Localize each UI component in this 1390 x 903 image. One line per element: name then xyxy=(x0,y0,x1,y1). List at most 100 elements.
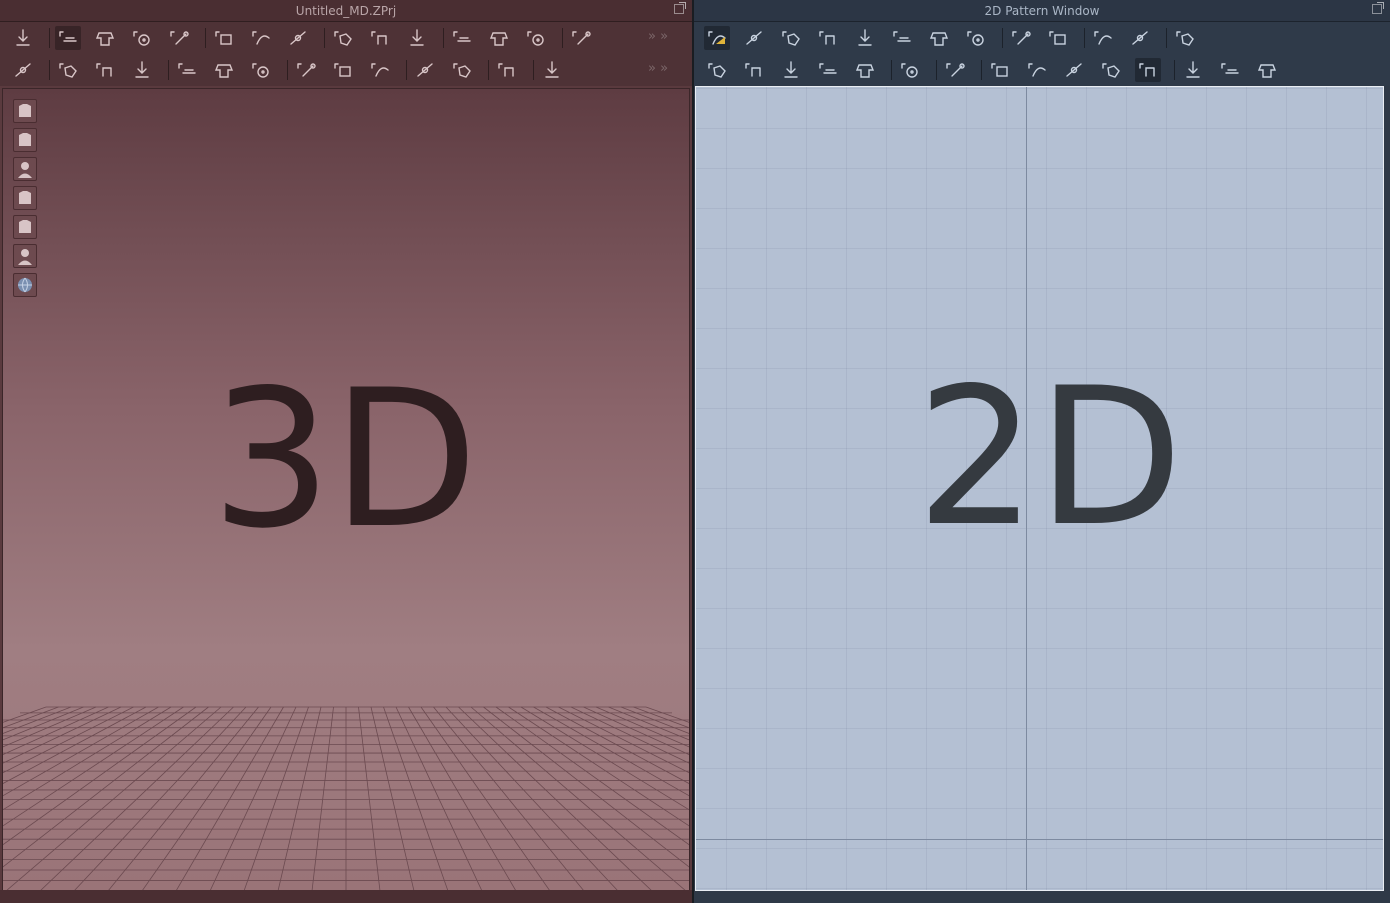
segment-sewing-2d-icon[interactable] xyxy=(704,58,730,82)
toolbar-overflow-icon[interactable]: » » xyxy=(648,29,668,44)
grade-icon[interactable] xyxy=(1127,26,1153,50)
transform-pattern-icon[interactable] xyxy=(129,26,155,50)
toolbar-separator xyxy=(1174,60,1175,80)
toolbar-separator xyxy=(936,60,937,80)
toolbar-overflow-icon[interactable]: » » xyxy=(648,61,668,76)
3d-toolbar-row-2: » » xyxy=(0,54,692,86)
toolbar-separator xyxy=(891,60,892,80)
head-avatar-icon[interactable] xyxy=(13,244,37,268)
detach-window-icon[interactable] xyxy=(1372,2,1384,14)
buttonhole-icon[interactable] xyxy=(330,58,356,82)
m-n-sewing-icon[interactable] xyxy=(285,26,311,50)
graphic-icon[interactable] xyxy=(1098,58,1124,82)
m-n-sewing-2d-icon[interactable] xyxy=(778,58,804,82)
fabric-icon[interactable] xyxy=(942,58,968,82)
toolbar-separator xyxy=(406,60,407,80)
texture-icon[interactable] xyxy=(1024,58,1050,82)
edit-pin-icon[interactable] xyxy=(129,58,155,82)
detach-window-icon[interactable] xyxy=(674,2,686,14)
tack-on-avatar-icon[interactable] xyxy=(367,26,393,50)
toolbar-separator xyxy=(168,60,169,80)
3d-window: Untitled_MD.ZPrj » » » » 3D xyxy=(0,0,692,903)
brush-icon[interactable] xyxy=(92,58,118,82)
rectangle-icon[interactable] xyxy=(926,26,952,50)
toolbar-separator xyxy=(49,28,50,48)
free-sewing-icon[interactable] xyxy=(248,26,274,50)
transform-pattern-2d-icon[interactable] xyxy=(704,26,730,50)
stitch-icon[interactable] xyxy=(211,58,237,82)
toolbar-separator xyxy=(49,60,50,80)
edit-texture-icon[interactable] xyxy=(92,26,118,50)
3d-viewport-label: 3D xyxy=(211,349,479,570)
add-point-icon[interactable] xyxy=(852,26,878,50)
toolbar-separator xyxy=(1002,28,1003,48)
select-pin-icon[interactable] xyxy=(10,58,36,82)
elastic-icon[interactable] xyxy=(1254,58,1280,82)
segment-sewing-icon[interactable] xyxy=(211,26,237,50)
3d-toolbar-row-1: » » xyxy=(0,22,692,54)
toolbar-separator xyxy=(324,28,325,48)
trim-icon[interactable] xyxy=(539,58,565,82)
zipper-icon[interactable] xyxy=(248,58,274,82)
simulation-icon[interactable] xyxy=(10,26,36,50)
toolbar-separator xyxy=(981,60,982,80)
edit-point-icon[interactable] xyxy=(741,26,767,50)
edit-sewing-icon[interactable] xyxy=(852,58,878,82)
fabric-view-icon[interactable] xyxy=(13,186,37,210)
floor-grid xyxy=(3,706,689,891)
reset-icon[interactable] xyxy=(174,58,200,82)
toolbar-separator xyxy=(1166,28,1167,48)
fit-icon[interactable] xyxy=(987,58,1013,82)
select-button-icon[interactable] xyxy=(367,58,393,82)
2d-toolbar-row-1: » » xyxy=(694,22,1390,54)
strengthen-icon[interactable] xyxy=(486,26,512,50)
ruler-icon[interactable] xyxy=(449,58,475,82)
fitting-icon[interactable] xyxy=(449,26,475,50)
toolbar-separator xyxy=(488,60,489,80)
uv-icon[interactable] xyxy=(1061,58,1087,82)
garment-icon[interactable] xyxy=(13,99,37,123)
pleat-icon[interactable] xyxy=(1090,26,1116,50)
fold-arrangement-2d-icon[interactable] xyxy=(897,58,923,82)
3d-window-title: Untitled_MD.ZPrj xyxy=(295,4,397,18)
button-icon[interactable] xyxy=(293,58,319,82)
dart-icon[interactable] xyxy=(1008,26,1034,50)
show-pattern-icon[interactable] xyxy=(568,26,594,50)
polygon-icon[interactable] xyxy=(889,26,915,50)
garment-fit-icon[interactable] xyxy=(523,26,549,50)
topstitch-2d-icon[interactable] xyxy=(1135,58,1161,82)
fold-icon[interactable] xyxy=(1045,26,1071,50)
binding-icon[interactable] xyxy=(1217,58,1243,82)
3d-viewport[interactable]: 3D xyxy=(2,88,690,892)
tack-icon[interactable] xyxy=(330,26,356,50)
fold-arrangement-icon[interactable] xyxy=(166,26,192,50)
check-sewing-icon[interactable] xyxy=(815,58,841,82)
toolbar-separator xyxy=(562,28,563,48)
toolbar-separator xyxy=(533,60,534,80)
select-mesh-icon[interactable] xyxy=(404,26,430,50)
avatar-icon[interactable] xyxy=(13,157,37,181)
avatar-outfit-icon[interactable] xyxy=(13,128,37,152)
2d-viewport[interactable]: 2D xyxy=(695,86,1384,891)
topstitch-icon[interactable] xyxy=(494,58,520,82)
2d-window-title: 2D Pattern Window xyxy=(984,4,1100,18)
toolbar-separator xyxy=(287,60,288,80)
transform-icon[interactable] xyxy=(55,26,81,50)
layout-icon[interactable] xyxy=(1172,26,1198,50)
measure-icon[interactable] xyxy=(412,58,438,82)
curve-point-icon[interactable] xyxy=(815,26,841,50)
edit-curvature-icon[interactable] xyxy=(778,26,804,50)
texture-view-icon[interactable] xyxy=(13,215,37,239)
pin-icon[interactable] xyxy=(55,58,81,82)
2d-window-titlebar: 2D Pattern Window xyxy=(694,0,1390,22)
2d-viewport-label: 2D xyxy=(916,347,1184,568)
2d-pattern-window: 2D Pattern Window » » » » 2D xyxy=(694,0,1390,903)
status-bar xyxy=(0,890,692,903)
horizontal-axis-line xyxy=(696,839,1383,840)
internal-polygon-icon[interactable] xyxy=(963,26,989,50)
toolbar-separator xyxy=(443,28,444,48)
seamline-icon[interactable] xyxy=(1180,58,1206,82)
free-sewing-2d-icon[interactable] xyxy=(741,58,767,82)
toolbar-separator xyxy=(205,28,206,48)
globe-icon[interactable] xyxy=(13,273,37,297)
